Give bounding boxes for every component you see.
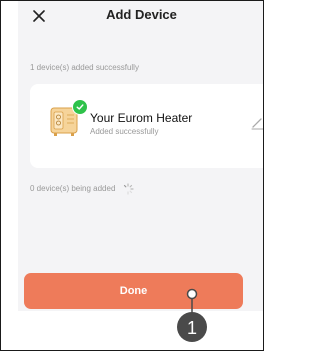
- header: Add Device: [18, 1, 263, 33]
- step-number: 1: [187, 318, 197, 338]
- page-title: Add Device: [106, 7, 177, 22]
- pending-count-label: 0 device(s) being added: [30, 184, 116, 194]
- device-card: Your Eurom Heater Added successfully: [30, 84, 263, 168]
- edit-device-button[interactable]: [250, 115, 263, 131]
- click-marker-icon: 1: [177, 288, 207, 342]
- app-screen: Add Device 1 device(s) added successfull…: [18, 1, 263, 311]
- added-count-label: 1 device(s) added successfully: [30, 63, 139, 72]
- success-badge: [72, 99, 88, 115]
- loading-spinner-icon: [123, 183, 134, 195]
- device-status: Added successfully: [90, 127, 159, 136]
- pencil-icon: [251, 118, 263, 130]
- check-icon: [76, 104, 84, 110]
- screenshot-frame: Add Device 1 device(s) added successfull…: [0, 0, 264, 351]
- pending-count-row: 0 device(s) being added: [30, 183, 134, 195]
- device-name: Your Eurom Heater: [90, 111, 193, 125]
